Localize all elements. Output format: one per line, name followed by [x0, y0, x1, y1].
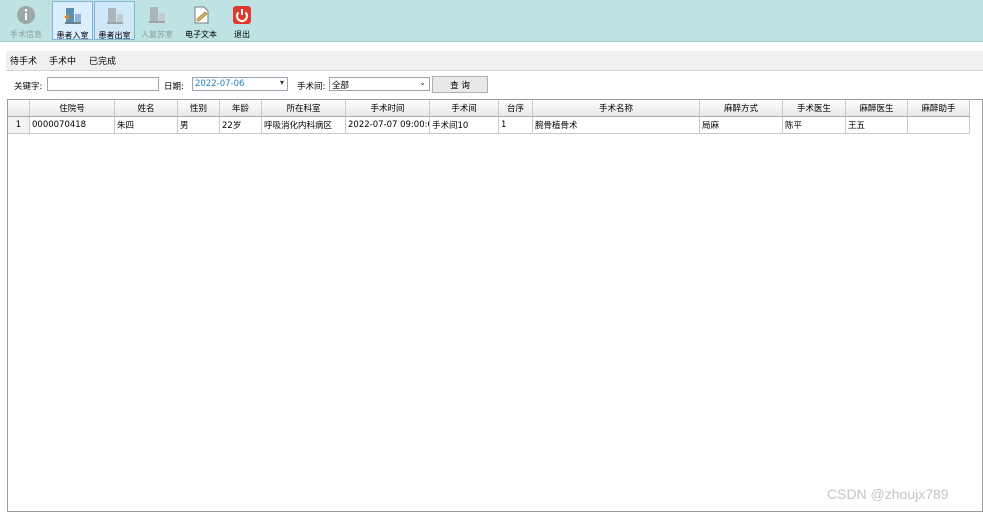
cell-age[interactable]: 22岁: [220, 117, 262, 133]
query-button[interactable]: 查 询: [432, 76, 488, 93]
date-label: 日期:: [164, 82, 184, 92]
dropdown-arrow-icon[interactable]: ▾: [280, 78, 284, 87]
tab-in-surgery[interactable]: 手术中: [49, 54, 76, 67]
surgery-info-label: 手术信息: [10, 30, 42, 39]
exit-label: 退出: [234, 30, 250, 39]
cell-department[interactable]: 呼吸消化内科病区: [262, 117, 346, 133]
patient-out-button[interactable]: 患者出室: [94, 1, 135, 40]
recovery-icon: [146, 4, 168, 26]
header-surgeon[interactable]: 手术医生: [783, 100, 846, 116]
header-gender[interactable]: 性别: [178, 100, 220, 116]
filter-bar: 关键字: 日期: 2022-07-06 ▾ 手术间: 全部 ⌄ 查 询: [0, 74, 983, 96]
document-icon: [190, 4, 212, 26]
header-anesthesia-method[interactable]: 麻醉方式: [700, 100, 783, 116]
date-value: 2022-07-06: [195, 79, 245, 89]
row-number: 1: [8, 117, 30, 133]
cell-gender[interactable]: 男: [178, 117, 220, 133]
tab-completed[interactable]: 已完成: [89, 54, 116, 67]
header-rownum: [8, 100, 30, 116]
keyword-input[interactable]: [47, 77, 159, 91]
room-value: 全部: [332, 81, 350, 91]
chevron-down-icon[interactable]: ⌄: [419, 78, 426, 87]
header-sequence[interactable]: 台序: [499, 100, 533, 116]
header-anesthesia-assistant[interactable]: 麻醉助手: [908, 100, 970, 116]
exit-button[interactable]: 退出: [226, 1, 258, 40]
header-admission-no[interactable]: 住院号: [30, 100, 115, 116]
recovery-room-label: 入复苏室: [141, 30, 173, 39]
cell-surgery-time[interactable]: 2022-07-07 09:00:00: [346, 117, 430, 133]
cell-operating-room[interactable]: 手术间10: [430, 117, 499, 133]
keyword-label: 关键字:: [14, 82, 43, 92]
patient-in-icon: [62, 5, 84, 27]
cell-sequence[interactable]: 1: [499, 117, 533, 133]
e-document-button[interactable]: 电子文本: [181, 1, 221, 40]
e-document-label: 电子文本: [185, 30, 217, 39]
toolbar: 手术信息 患者入室 患者出室 入复苏室 电子文本 退出: [0, 0, 983, 42]
header-anesthesiologist[interactable]: 麻醉医生: [846, 100, 908, 116]
patient-in-label: 患者入室: [56, 31, 89, 40]
header-operating-room[interactable]: 手术间: [430, 100, 499, 116]
surgery-table[interactable]: 住院号 姓名 性别 年龄 所在科室 手术时间 手术间 台序 手术名称 麻醉方式 …: [7, 99, 983, 512]
header-age[interactable]: 年龄: [220, 100, 262, 116]
header-surgery-time[interactable]: 手术时间: [346, 100, 430, 116]
surgery-info-button[interactable]: 手术信息: [6, 1, 46, 40]
header-department[interactable]: 所在科室: [262, 100, 346, 116]
patient-in-button[interactable]: 患者入室: [52, 1, 93, 40]
table-row[interactable]: 1 0000070418 朱四 男 22岁 呼吸消化内科病区 2022-07-0…: [8, 117, 970, 134]
tab-pending-surgery[interactable]: 待手术: [10, 54, 37, 67]
room-label: 手术间:: [297, 82, 326, 92]
info-icon: [15, 4, 37, 26]
room-select[interactable]: 全部 ⌄: [329, 77, 430, 91]
cell-admission-no[interactable]: 0000070418: [30, 117, 115, 133]
table-header: 住院号 姓名 性别 年龄 所在科室 手术时间 手术间 台序 手术名称 麻醉方式 …: [8, 100, 970, 117]
header-surgery-name[interactable]: 手术名称: [533, 100, 700, 116]
patient-out-label: 患者出室: [98, 31, 131, 40]
header-name[interactable]: 姓名: [115, 100, 178, 116]
power-icon: [231, 4, 253, 26]
cell-name[interactable]: 朱四: [115, 117, 178, 133]
patient-out-icon: [104, 5, 126, 27]
recovery-room-button[interactable]: 入复苏室: [137, 1, 177, 40]
cell-surgery-name[interactable]: 腕骨植骨术: [533, 117, 700, 133]
watermark: CSDN @zhoujx789: [827, 486, 949, 502]
date-picker[interactable]: 2022-07-06 ▾: [192, 77, 288, 91]
cell-anesthesia-method[interactable]: 局麻: [700, 117, 783, 133]
cell-anesthesiologist[interactable]: 王五: [846, 117, 908, 133]
cell-surgeon[interactable]: 陈平: [783, 117, 846, 133]
status-tabs: 待手术 手术中 已完成: [6, 51, 983, 71]
cell-anesthesia-assistant[interactable]: [908, 117, 970, 133]
